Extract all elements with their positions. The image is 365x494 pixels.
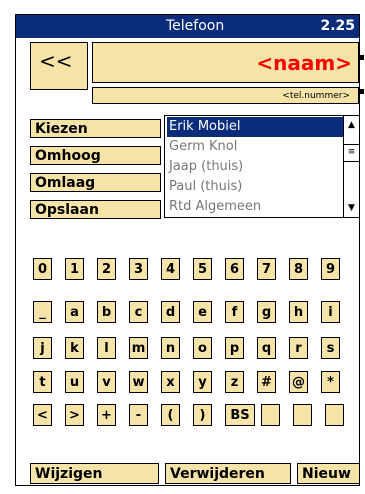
contact-item[interactable]: Rtd Algemeen [167, 197, 343, 217]
scrollbar[interactable]: ▲ ≡ ▼ [343, 116, 359, 217]
key[interactable]: 3 [129, 258, 148, 280]
key[interactable]: x [161, 371, 180, 393]
key[interactable]: r [289, 337, 308, 359]
phone-number-field[interactable]: <tel.nummer> [92, 87, 359, 104]
key[interactable]: v [97, 371, 116, 393]
key[interactable]: d [161, 301, 180, 323]
new-button[interactable]: Nieuw [297, 463, 360, 484]
key[interactable]: l [97, 337, 116, 359]
key[interactable]: p [225, 337, 244, 359]
key[interactable] [325, 404, 344, 426]
key[interactable]: w [129, 371, 148, 393]
key[interactable]: # [257, 371, 276, 393]
key[interactable]: < [33, 404, 52, 426]
key[interactable]: t [33, 371, 52, 393]
key[interactable]: ) [193, 404, 212, 426]
dial-button[interactable]: Kiezen [30, 119, 161, 138]
key[interactable]: 5 [193, 258, 212, 280]
key[interactable]: 4 [161, 258, 180, 280]
contact-item[interactable]: Germ Knol [167, 137, 343, 157]
key[interactable]: * [321, 371, 340, 393]
back-button[interactable]: << [30, 42, 88, 90]
key[interactable]: z [225, 371, 244, 393]
scroll-up-icon[interactable]: ▲ [344, 118, 359, 132]
delete-button[interactable]: Verwijderen [165, 463, 291, 484]
key[interactable]: i [321, 301, 340, 323]
key[interactable]: n [161, 337, 180, 359]
key[interactable]: f [225, 301, 244, 323]
key[interactable]: _ [33, 301, 52, 323]
name-field[interactable]: <naam> [92, 42, 359, 83]
key[interactable] [293, 404, 312, 426]
key[interactable]: 9 [321, 258, 340, 280]
key[interactable] [261, 404, 280, 426]
key[interactable]: b [97, 301, 116, 323]
key[interactable]: s [321, 337, 340, 359]
bullet-marker [359, 55, 364, 60]
key[interactable]: - [129, 404, 148, 426]
key[interactable]: 7 [257, 258, 276, 280]
key[interactable]: h [289, 301, 308, 323]
key[interactable]: 0 [33, 258, 52, 280]
key[interactable]: k [65, 337, 84, 359]
key[interactable]: q [257, 337, 276, 359]
key[interactable]: 2 [97, 258, 116, 280]
key[interactable]: y [193, 371, 212, 393]
key[interactable]: e [193, 301, 212, 323]
move-down-button[interactable]: Omlaag [30, 173, 161, 192]
move-up-button[interactable]: Omhoog [30, 146, 161, 165]
edit-button[interactable]: Wijzigen [30, 463, 159, 484]
window-title: Telefoon [166, 18, 225, 34]
key[interactable]: > [65, 404, 84, 426]
clock: 2.25 [320, 18, 355, 34]
key[interactable]: m [129, 337, 148, 359]
contact-item[interactable]: Erik Mobiel [167, 117, 343, 137]
contact-item[interactable]: Paul (thuis) [167, 177, 343, 197]
key[interactable]: 8 [289, 258, 308, 280]
bullet-marker [359, 89, 364, 94]
contact-item[interactable]: Jaap (thuis) [167, 157, 343, 177]
key[interactable]: 1 [65, 258, 84, 280]
contact-list[interactable]: Erik Mobiel Germ Knol Jaap (thuis) Paul … [164, 115, 360, 218]
key[interactable]: u [65, 371, 84, 393]
save-button[interactable]: Opslaan [30, 200, 161, 219]
key[interactable]: 6 [225, 258, 244, 280]
key[interactable]: @ [289, 371, 308, 393]
scroll-thumb-icon[interactable]: ≡ [344, 144, 359, 162]
key[interactable]: a [65, 301, 84, 323]
key[interactable]: ( [161, 404, 180, 426]
key[interactable]: c [129, 301, 148, 323]
backspace-key[interactable]: BS [225, 404, 255, 426]
scroll-down-icon[interactable]: ▼ [344, 201, 359, 215]
key[interactable]: j [33, 337, 52, 359]
title-bar: Telefoon 2.25 [16, 15, 359, 38]
key[interactable]: o [193, 337, 212, 359]
key[interactable]: g [257, 301, 276, 323]
key[interactable]: + [97, 404, 116, 426]
